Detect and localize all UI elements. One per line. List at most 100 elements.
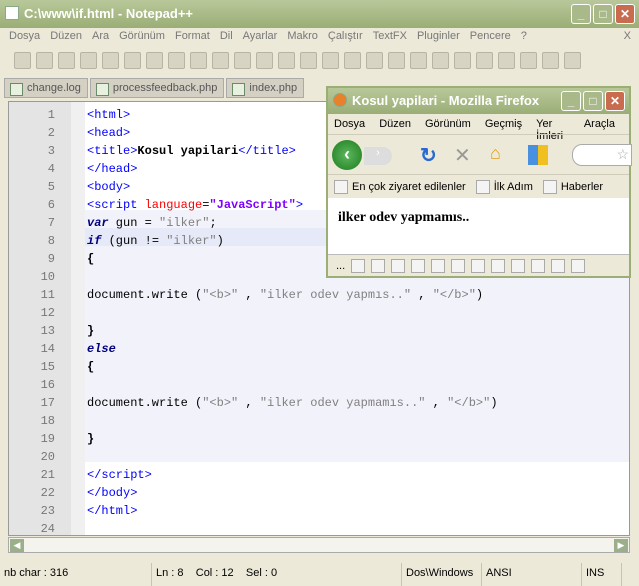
toolbar-button-icon[interactable] [168, 51, 185, 69]
ff-maximize-button[interactable]: □ [583, 91, 603, 111]
menu-item[interactable]: Çalıştır [323, 28, 368, 46]
file-tab[interactable]: change.log [4, 78, 88, 98]
addon-toolbar-icon[interactable] [411, 258, 426, 273]
file-tab[interactable]: processfeedback.php [89, 78, 225, 98]
toolbar-button-icon[interactable] [454, 51, 471, 69]
addon-toolbar-icon[interactable] [351, 258, 366, 273]
toolbar-button-icon[interactable] [278, 51, 295, 69]
toolbar-button-icon[interactable] [410, 51, 427, 69]
menu-item[interactable]: Makro [282, 28, 323, 46]
back-button[interactable]: ‹ [332, 140, 362, 170]
code-line: 21 </script> [9, 466, 629, 484]
bookmark-star-icon[interactable]: ☆ [616, 146, 629, 163]
code-token: "</b>" [432, 288, 476, 302]
addon-toolbar-icon[interactable] [391, 258, 406, 273]
toolbar-button-icon[interactable] [36, 51, 53, 69]
toolbar-button-icon[interactable] [80, 51, 97, 69]
addon-toolbar-icon[interactable] [431, 258, 446, 273]
menu-item[interactable]: Düzen [45, 28, 87, 46]
addon-toolbar-icon[interactable] [511, 258, 526, 273]
toolbar-button-icon[interactable] [432, 51, 449, 69]
code-token: if [87, 234, 102, 248]
menu-item[interactable]: TextFX [368, 28, 412, 46]
toolbar-button-icon[interactable] [14, 51, 31, 69]
line-code: <title>Kosul yapilari</title> [87, 142, 296, 160]
toolbar-button-icon[interactable] [102, 51, 119, 69]
firefox-icon [333, 93, 347, 107]
toolbar-button-icon[interactable] [498, 51, 515, 69]
ff-menu-item[interactable]: Araçla [584, 118, 615, 134]
code-token: "JavaScript" [209, 198, 296, 212]
line-code: } [87, 322, 94, 340]
status-overflow[interactable]: ... [336, 260, 345, 272]
toolbar-button-icon[interactable] [366, 51, 383, 69]
address-bar[interactable]: ☆ [572, 144, 632, 166]
firefox-window[interactable]: Kosul yapilari - Mozilla Firefox _ □ ✕ Dos… [326, 86, 632, 278]
addon-toolbar-icon[interactable] [471, 258, 486, 273]
reload-icon[interactable]: ↻ [420, 143, 437, 168]
line-code: <script language="JavaScript"> [87, 196, 303, 214]
code-token: } [87, 324, 95, 338]
maximize-button[interactable]: □ [593, 4, 613, 24]
menu-item[interactable]: Pencere [465, 28, 516, 46]
ff-menu-item[interactable]: Düzen [379, 118, 411, 134]
menu-item[interactable]: Ara [87, 28, 114, 46]
toolbar-button-icon[interactable] [520, 51, 537, 69]
firefox-title: Kosul yapilari - Mozilla Firefox [352, 93, 540, 108]
minimize-button[interactable]: _ [571, 4, 591, 24]
speed-dial-icon[interactable] [528, 145, 548, 165]
line-number: 18 [40, 414, 55, 428]
ff-menu-item[interactable]: Dosya [334, 118, 365, 134]
ff-menu-item[interactable]: Görünüm [425, 118, 471, 134]
menu-item[interactable]: Dosya [4, 28, 45, 46]
file-tab[interactable]: index.php [226, 78, 305, 98]
line-number: 7 [47, 216, 55, 230]
addon-toolbar-icon[interactable] [451, 258, 466, 273]
toolbar-button-icon[interactable] [564, 51, 581, 69]
code-token: <html> [87, 108, 131, 122]
toolbar-button-icon[interactable] [234, 51, 251, 69]
ff-close-button[interactable]: ✕ [605, 91, 625, 111]
scroll-left-button[interactable]: ◀ [10, 539, 24, 552]
menu-close-doc[interactable]: X [619, 28, 639, 46]
bookmark-item[interactable]: En çok ziyaret edilenler [352, 181, 466, 193]
addon-toolbar-icon[interactable] [551, 258, 566, 273]
toolbar-button-icon[interactable] [124, 51, 141, 69]
scroll-right-button[interactable]: ▶ [614, 539, 628, 552]
menu-item[interactable]: Ayarlar [238, 28, 283, 46]
menu-item[interactable]: Format [170, 28, 215, 46]
toolbar-button-icon[interactable] [476, 51, 493, 69]
menu-item[interactable]: ? [516, 28, 532, 46]
ff-menu-item[interactable]: Yer İmleri [536, 118, 570, 142]
forward-button[interactable]: › [364, 147, 392, 165]
addon-toolbar-icon[interactable] [571, 258, 586, 273]
code-token: <title> [87, 144, 138, 158]
menu-item[interactable]: Görünüm [114, 28, 170, 46]
toolbar-button-icon[interactable] [300, 51, 317, 69]
ff-menu-item[interactable]: Geçmiş [485, 118, 522, 134]
bookmark-item[interactable]: İlk Adım [494, 181, 533, 193]
addon-toolbar-icon[interactable] [371, 258, 386, 273]
toolbar-button-icon[interactable] [542, 51, 559, 69]
stop-icon[interactable]: ✕ [454, 143, 471, 168]
addon-toolbar-icon[interactable] [531, 258, 546, 273]
menu-item[interactable]: Pluginler [412, 28, 465, 46]
toolbar-button-icon[interactable] [256, 51, 273, 69]
horizontal-scrollbar[interactable]: ◀ ▶ [8, 537, 630, 553]
toolbar-button-icon[interactable] [146, 51, 163, 69]
addon-toolbar-icon[interactable] [491, 258, 506, 273]
code-token: , [425, 396, 448, 410]
toolbar-button-icon[interactable] [344, 51, 361, 69]
toolbar-button-icon[interactable] [190, 51, 207, 69]
code-line: 14 else [9, 340, 629, 358]
toolbar-button-icon[interactable] [212, 51, 229, 69]
close-button[interactable]: ✕ [615, 4, 635, 24]
toolbar-button-icon[interactable] [388, 51, 405, 69]
bookmark-item[interactable]: Haberler [561, 181, 603, 193]
ff-minimize-button[interactable]: _ [561, 91, 581, 111]
home-icon[interactable]: ⌂ [490, 143, 501, 164]
toolbar-button-icon[interactable] [58, 51, 75, 69]
menu-item[interactable]: Dil [215, 28, 238, 46]
toolbar-button-icon[interactable] [322, 51, 339, 69]
encoding: ANSI [482, 563, 582, 586]
